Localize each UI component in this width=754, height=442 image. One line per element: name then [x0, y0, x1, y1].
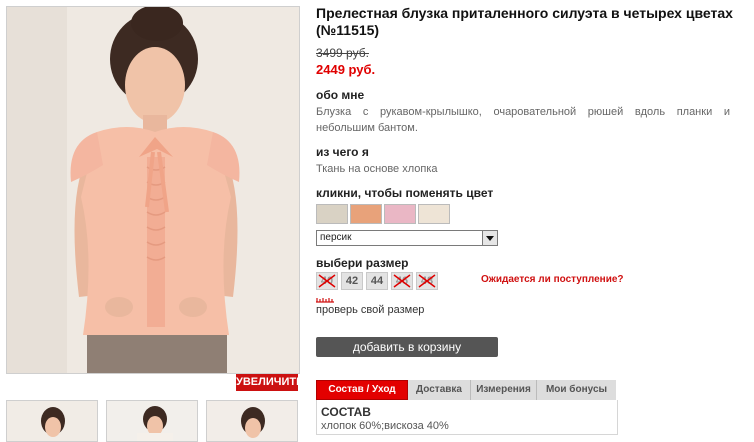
thumbnail-1[interactable] — [6, 400, 98, 442]
ruler-icon — [316, 298, 334, 303]
thumbnail-strip — [6, 400, 298, 442]
size-44[interactable]: 44 — [366, 272, 388, 290]
size-label: 48 — [420, 275, 434, 287]
swatch-ivory[interactable] — [418, 204, 450, 224]
tab-measurements[interactable]: Измерения — [471, 380, 537, 400]
composition-text: хлопок 60%;вискоза 40% — [321, 420, 449, 432]
thumbnail-2[interactable] — [106, 400, 198, 442]
size-label: 42 — [345, 275, 359, 287]
about-heading: обо мне — [316, 88, 365, 102]
zoom-button[interactable]: УВЕЛИЧИТЬ — [236, 374, 304, 391]
restock-inquiry-link[interactable]: Ожидается ли поступление? — [481, 274, 624, 285]
tab-panel: СОСТАВ хлопок 60%;вискоза 40% — [316, 400, 618, 435]
thumbnail-3[interactable] — [206, 400, 298, 442]
product-photo[interactable] — [6, 6, 300, 374]
composition-title: СОСТАВ — [321, 405, 371, 419]
color-select-value: персик — [320, 232, 352, 243]
swatch-beige[interactable] — [316, 204, 348, 224]
thumbnail-image — [207, 401, 297, 441]
check-size-link[interactable]: проверь свой размер — [316, 304, 424, 316]
product-title: Прелестная блузка приталенного силуэта в… — [316, 5, 733, 38]
tab-composition-care[interactable]: Состав / Уход — [316, 380, 408, 400]
old-price: 3499 руб. — [316, 46, 369, 60]
swatch-pink[interactable] — [384, 204, 416, 224]
size-label: 44 — [370, 275, 384, 287]
about-text: Блузка с рукавом-крылышко, очаровательно… — [316, 106, 730, 134]
size-40[interactable]: 40 — [316, 272, 338, 290]
current-price: 2449 руб. — [316, 62, 376, 77]
size-48[interactable]: 48 — [416, 272, 438, 290]
size-42[interactable]: 42 — [341, 272, 363, 290]
tab-my-bonuses[interactable]: Мои бонусы — [537, 380, 616, 400]
tab-delivery[interactable]: Доставка — [408, 380, 471, 400]
material-heading: из чего я — [316, 145, 369, 159]
thumbnail-image — [107, 401, 197, 441]
add-to-cart-button[interactable]: добавить в корзину — [316, 337, 498, 357]
info-tabs: Состав / Уход Доставка Измерения Мои бон… — [316, 380, 616, 400]
thumbnail-image — [7, 401, 97, 441]
chevron-down-icon[interactable] — [482, 231, 497, 245]
size-heading: выбери размер — [316, 256, 409, 270]
size-46[interactable]: 46 — [391, 272, 413, 290]
color-select[interactable]: персик — [316, 230, 498, 246]
size-label: 40 — [320, 275, 334, 287]
size-label: 46 — [395, 275, 409, 287]
model-image — [7, 7, 299, 373]
material-text: Ткань на основе хлопка — [316, 163, 438, 175]
swatch-peach[interactable] — [350, 204, 382, 224]
color-heading: кликни, чтобы поменять цвет — [316, 186, 494, 200]
